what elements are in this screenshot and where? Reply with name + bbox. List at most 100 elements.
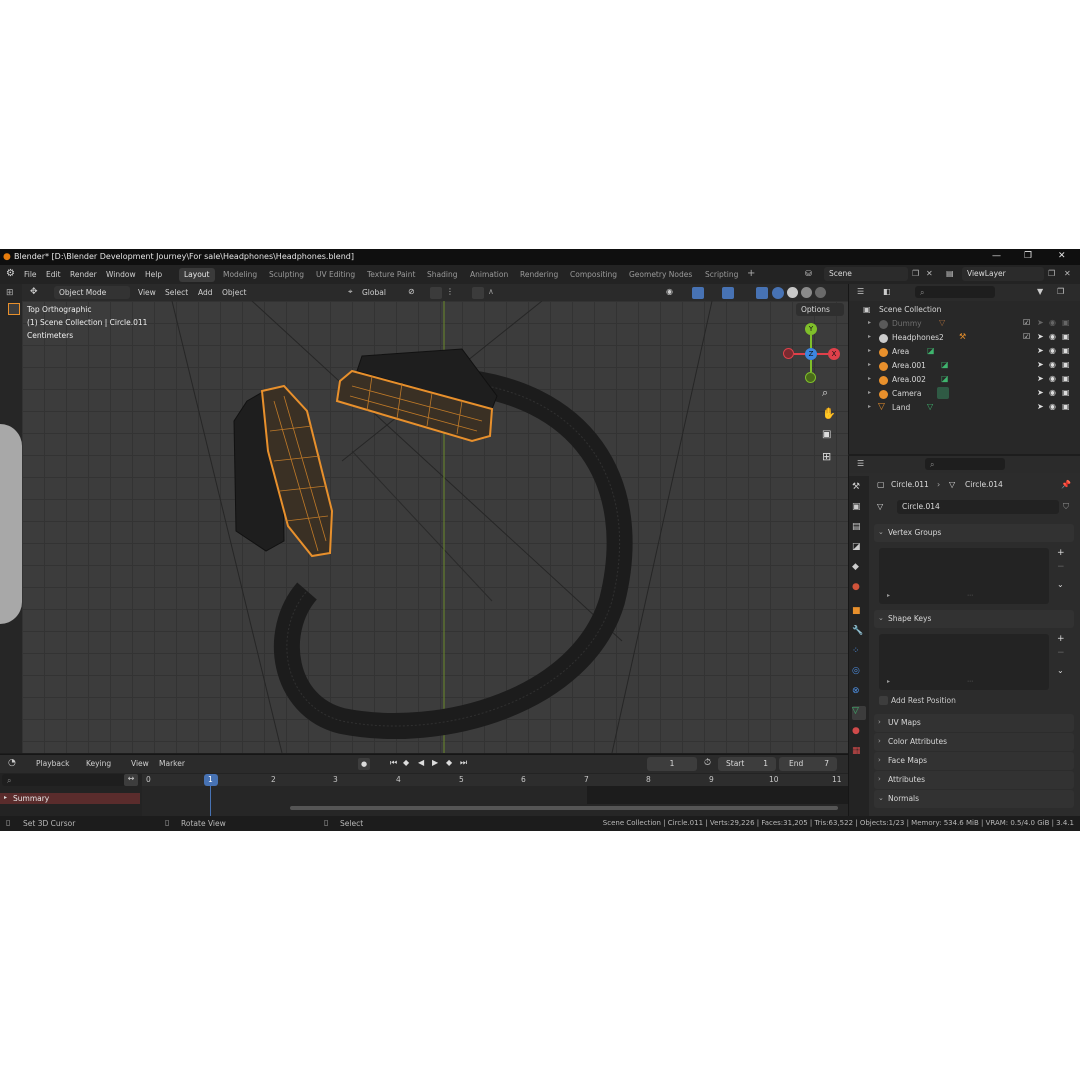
solid-shading-icon[interactable] [787, 287, 798, 298]
minimize-icon[interactable]: — [992, 251, 1001, 261]
view-layer-tab-icon[interactable]: ◪ [852, 542, 866, 556]
camera-render-icon[interactable]: ▣ [1062, 318, 1070, 327]
new-view-layer-icon[interactable]: ❐ [1048, 269, 1055, 278]
outliner-item-area[interactable]: ▸ Area ◪ ➤ ◉ ▣ [849, 345, 1080, 359]
material-shading-icon[interactable] [801, 287, 812, 298]
add-shape-key-icon[interactable]: + [1057, 634, 1065, 644]
output-tab-icon[interactable]: ▤ [852, 522, 866, 536]
play-icon[interactable]: ▶ [432, 758, 438, 767]
eye-icon[interactable]: ◉ [1049, 374, 1056, 383]
select-icon[interactable]: ➤ [1037, 318, 1044, 327]
outliner-item-area-002[interactable]: ▸ Area.002 ◪ ➤ ◉ ▣ [849, 373, 1080, 387]
tab-uv-editing[interactable]: UV Editing [311, 268, 360, 282]
menu-render[interactable]: Render [70, 270, 97, 279]
add-vertex-group-icon[interactable]: + [1057, 548, 1065, 558]
attributes-panel-header[interactable]: › Attributes [874, 771, 1074, 789]
mesh-data-tab-icon[interactable]: ▽ [852, 706, 866, 720]
expand-icon[interactable]: ▸ [887, 592, 890, 599]
gizmo-neg-y[interactable] [805, 372, 816, 383]
eye-icon[interactable]: ◉ [1049, 346, 1056, 355]
outliner-item-headphones2[interactable]: ▸ Headphones2 ⚒ ☑ ➤ ◉ ▣ [849, 331, 1080, 345]
tab-modeling[interactable]: Modeling [218, 268, 262, 282]
timeline-search-input[interactable]: ⌕ [2, 774, 138, 786]
editor-type-icon[interactable]: ✥ [30, 287, 38, 297]
snap-icon[interactable] [430, 287, 442, 299]
editor-type-icon[interactable]: ☰ [857, 459, 864, 468]
tab-layout[interactable]: Layout [179, 268, 215, 282]
menu-keying[interactable]: Keying [86, 759, 111, 768]
outliner-item-land[interactable]: ▸ ▽ Land ▽ ➤ ◉ ▣ [849, 401, 1080, 415]
gizmo-z-axis[interactable]: Z [805, 348, 817, 360]
view-layer-selector[interactable]: ViewLayer [962, 267, 1044, 281]
tab-compositing[interactable]: Compositing [565, 268, 622, 282]
outliner-item-area-001[interactable]: ▸ Area.001 ◪ ➤ ◉ ▣ [849, 359, 1080, 373]
vertex-groups-list[interactable]: ▸ ⋯ [879, 548, 1049, 604]
mesh-datablock-icon[interactable]: ▽ [877, 502, 883, 511]
rendered-shading-icon[interactable] [815, 287, 826, 298]
select-icon[interactable]: ➤ [1037, 360, 1044, 369]
orthographic-toggle-icon[interactable]: ⊞ [822, 450, 831, 463]
scene-tab-icon[interactable]: ◆ [852, 562, 866, 576]
pan-hand-icon[interactable]: ✋ [822, 407, 836, 420]
eye-icon[interactable]: ◉ [1049, 388, 1056, 397]
end-frame-field[interactable]: End 7 [779, 757, 837, 771]
gizmo-x-axis[interactable]: X [828, 348, 840, 360]
new-scene-icon[interactable]: ❐ [912, 269, 919, 278]
menu-object[interactable]: Object [222, 288, 246, 297]
menu-file[interactable]: File [24, 270, 37, 279]
prev-keyframe-icon[interactable]: ◆ [403, 758, 409, 767]
select-tool-icon[interactable] [8, 303, 20, 315]
add-workspace-icon[interactable]: + [747, 268, 755, 279]
falloff-icon[interactable]: ∧ [488, 287, 494, 296]
select-icon[interactable]: ➤ [1037, 402, 1044, 411]
uv-maps-panel-header[interactable]: › UV Maps [874, 714, 1074, 732]
scene-selector[interactable]: Scene [824, 267, 908, 281]
menu-view[interactable]: View [131, 759, 149, 768]
pivot-icon[interactable]: ⊘ [408, 287, 415, 296]
eye-icon[interactable]: ◉ [1049, 402, 1056, 411]
xray-toggle-icon[interactable] [756, 287, 768, 299]
zoom-icon[interactable]: ⌕ [822, 386, 828, 400]
world-tab-icon[interactable]: ● [852, 582, 866, 596]
transform-orientation[interactable]: Global [362, 288, 386, 297]
select-icon[interactable]: ➤ [1037, 388, 1044, 397]
scene-icon[interactable]: ⛁ [805, 269, 812, 278]
menu-playback[interactable]: Playback [36, 759, 69, 768]
tab-sculpting[interactable]: Sculpting [264, 268, 309, 282]
snap-target-icon[interactable]: ⋮ [446, 287, 454, 296]
summary-row[interactable]: ▸ Summary [0, 793, 140, 804]
delete-scene-icon[interactable]: ✕ [926, 269, 933, 278]
tab-rendering[interactable]: Rendering [515, 268, 563, 282]
menu-select[interactable]: Select [165, 288, 188, 297]
camera-render-icon[interactable]: ▣ [1062, 402, 1070, 411]
camera-render-icon[interactable]: ▣ [1062, 360, 1070, 369]
outliner-search-input[interactable]: ⌕ [915, 286, 995, 298]
new-collection-icon[interactable]: ❐ [1057, 287, 1064, 296]
blender-menu-icon[interactable]: ⚙ [6, 268, 15, 279]
vertex-group-menu-icon[interactable]: ⌄ [1057, 580, 1064, 589]
shape-keys-panel-header[interactable]: ⌄ Shape Keys [874, 610, 1074, 628]
camera-render-icon[interactable]: ▣ [1062, 346, 1070, 355]
overlay-toggle-icon[interactable] [722, 287, 734, 299]
checkbox-icon[interactable]: ☑ [1023, 318, 1030, 327]
breadcrumb-data[interactable]: Circle.014 [965, 480, 1003, 489]
outliner-item-dummy[interactable]: ▸ Dummy ▽ ☑ ➤ ◉ ▣ [849, 317, 1080, 331]
color-attributes-panel-header[interactable]: › Color Attributes [874, 733, 1074, 751]
shape-keys-list[interactable]: ▸ ⋯ [879, 634, 1049, 690]
editor-type-icon[interactable]: ⊞ [6, 288, 14, 298]
select-icon[interactable]: ➤ [1037, 346, 1044, 355]
expand-icon[interactable]: ▸ [887, 678, 890, 685]
vertex-groups-panel-header[interactable]: ⌄ Vertex Groups [874, 524, 1074, 542]
modifier-tab-icon[interactable]: 🔧 [852, 626, 866, 640]
view-layer-icon[interactable]: ▤ [946, 269, 954, 278]
camera-render-icon[interactable]: ▣ [1062, 332, 1070, 341]
particles-tab-icon[interactable]: ⁘ [852, 646, 866, 660]
constraints-tab-icon[interactable]: ⊗ [852, 686, 866, 700]
gizmo-y-axis[interactable]: Y [805, 323, 817, 335]
tab-texture-paint[interactable]: Texture Paint [362, 268, 420, 282]
pin-icon[interactable]: 📌 [1061, 480, 1071, 489]
menu-view[interactable]: View [138, 288, 156, 297]
jump-start-icon[interactable]: ⏮ [390, 758, 397, 768]
next-keyframe-icon[interactable]: ◆ [446, 758, 452, 767]
transform-orientation-icon[interactable]: ⌖ [348, 287, 353, 297]
